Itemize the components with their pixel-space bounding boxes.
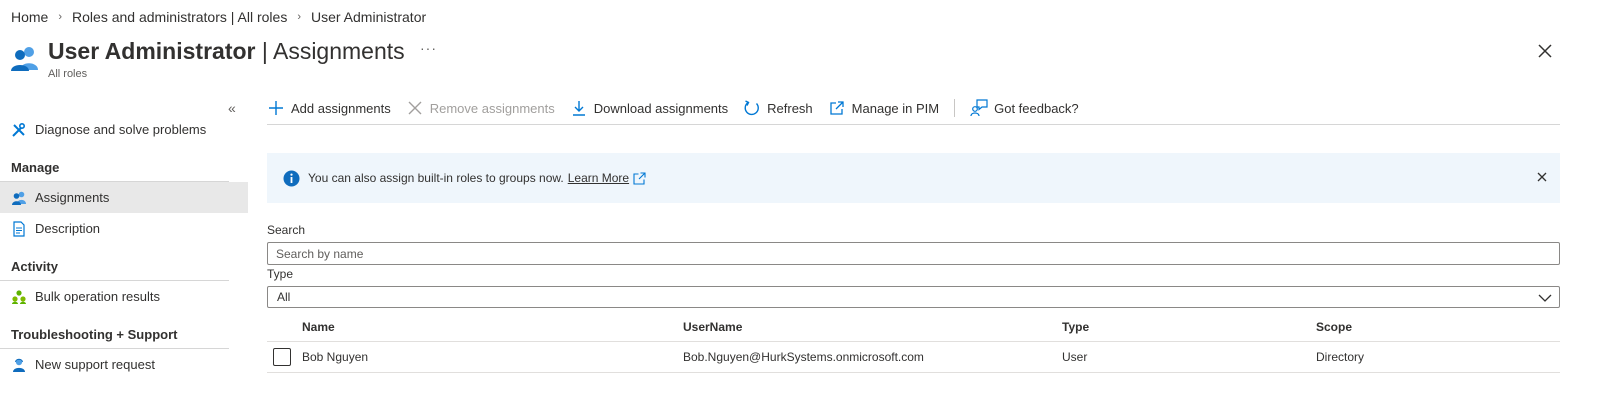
cell-name: Bob Nguyen xyxy=(302,350,369,364)
sidebar-section-manage: Manage xyxy=(0,145,229,182)
sidebar-item-label: New support request xyxy=(35,357,155,372)
external-link-icon[interactable] xyxy=(633,171,646,185)
column-header-scope[interactable]: Scope xyxy=(1316,320,1560,334)
close-icon[interactable] xyxy=(1534,40,1556,62)
manage-in-pim-button[interactable]: Manage in PIM xyxy=(828,99,939,117)
add-assignments-label: Add assignments xyxy=(291,100,391,116)
type-dropdown[interactable]: All xyxy=(267,286,1560,308)
info-icon xyxy=(283,170,300,186)
page-subtitle: All roles xyxy=(48,68,88,80)
cell-username: Bob.Nguyen@HurkSystems.onmicrosoft.com xyxy=(683,350,924,364)
refresh-label: Refresh xyxy=(767,100,813,116)
chevron-down-icon xyxy=(1538,294,1552,302)
row-checkbox[interactable] xyxy=(273,348,291,366)
refresh-icon xyxy=(743,99,761,117)
sidebar-item-assignments[interactable]: Assignments xyxy=(0,182,248,213)
got-feedback-label: Got feedback? xyxy=(994,100,1079,116)
breadcrumb: Home › Roles and administrators | All ro… xyxy=(11,9,426,25)
cell-scope: Directory xyxy=(1316,350,1365,364)
wrench-screwdriver-icon xyxy=(11,122,27,138)
users-icon xyxy=(11,190,27,206)
refresh-button[interactable]: Refresh xyxy=(743,99,813,117)
page-title-section: Assignments xyxy=(272,38,405,64)
page-title: User Administrator | Assignments xyxy=(48,36,405,66)
sidebar-item-label: Assignments xyxy=(35,190,110,205)
manage-in-pim-label: Manage in PIM xyxy=(851,100,940,116)
search-input[interactable] xyxy=(267,242,1560,265)
breadcrumb-chevron-icon: › xyxy=(58,11,63,23)
sidebar-item-label: Description xyxy=(35,221,101,236)
feedback-person-icon xyxy=(970,99,988,117)
table-row[interactable]: Bob Nguyen Bob.Nguyen@HurkSystems.onmicr… xyxy=(267,342,1560,373)
cell-type: User xyxy=(1062,350,1088,364)
page-title-separator: | xyxy=(255,38,273,64)
got-feedback-button[interactable]: Got feedback? xyxy=(970,99,1079,117)
sidebar-item-bulk-operation-results[interactable]: Bulk operation results xyxy=(0,281,248,312)
sidebar: Diagnose and solve problems Manage Assig… xyxy=(0,114,248,380)
column-header-name[interactable]: Name xyxy=(302,320,683,334)
assignments-table: Name UserName Type Scope Bob Nguyen Bob.… xyxy=(267,312,1560,373)
sidebar-item-label: Bulk operation results xyxy=(35,289,161,304)
page-title-role: User Administrator xyxy=(48,38,256,64)
bulk-users-icon xyxy=(11,289,27,305)
plus-icon xyxy=(267,99,285,117)
sidebar-item-new-support-request[interactable]: New support request xyxy=(0,349,248,380)
remove-x-icon xyxy=(406,99,424,117)
add-assignments-button[interactable]: Add assignments xyxy=(267,99,391,117)
type-dropdown-value: All xyxy=(277,290,291,304)
type-label: Type xyxy=(267,267,294,281)
breadcrumb-chevron-icon: › xyxy=(297,11,301,23)
remove-assignments-label: Remove assignments xyxy=(429,100,555,116)
download-assignments-button[interactable]: Download assignments xyxy=(570,99,728,117)
sidebar-item-diagnose[interactable]: Diagnose and solve problems xyxy=(0,114,248,145)
more-options-button[interactable]: ··· xyxy=(420,40,437,56)
dismiss-info-close-icon[interactable] xyxy=(1536,171,1548,183)
sidebar-section-troubleshooting: Troubleshooting + Support xyxy=(0,312,229,349)
learn-more-link[interactable]: Learn More xyxy=(568,171,629,185)
download-assignments-label: Download assignments xyxy=(593,100,729,116)
breadcrumb-all-roles[interactable]: Roles and administrators | All roles xyxy=(72,9,287,25)
info-message-bar: You can also assign built-in roles to gr… xyxy=(267,153,1560,203)
breadcrumb-home[interactable]: Home xyxy=(11,9,48,25)
info-message-text: You can also assign built-in roles to gr… xyxy=(308,171,564,185)
breadcrumb-current[interactable]: User Administrator xyxy=(311,9,426,25)
command-bar: Add assignments Remove assignments Downl… xyxy=(267,92,1560,125)
column-header-type[interactable]: Type xyxy=(1062,320,1316,334)
sidebar-section-activity: Activity xyxy=(0,244,229,281)
row-select-cell xyxy=(267,348,302,366)
external-link-icon xyxy=(828,99,846,117)
sidebar-item-label: Diagnose and solve problems xyxy=(35,122,207,137)
users-role-icon xyxy=(11,47,38,71)
column-header-username[interactable]: UserName xyxy=(683,320,1062,334)
support-person-icon xyxy=(11,357,27,373)
document-icon xyxy=(11,220,27,237)
toolbar-divider xyxy=(954,99,956,117)
search-label: Search xyxy=(267,223,306,237)
table-header: Name UserName Type Scope xyxy=(267,312,1560,342)
download-icon xyxy=(570,99,588,117)
remove-assignments-button[interactable]: Remove assignments xyxy=(406,99,555,117)
sidebar-item-description[interactable]: Description xyxy=(0,213,248,244)
